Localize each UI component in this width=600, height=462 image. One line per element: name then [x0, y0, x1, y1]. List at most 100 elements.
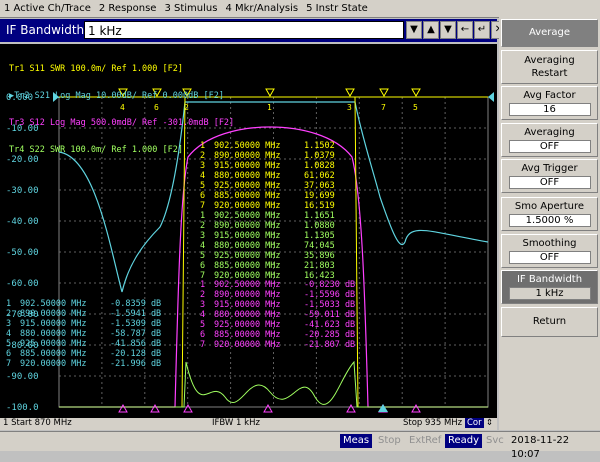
menu-response[interactable]: 2 Response: [95, 3, 161, 14]
tr1-marker-value: 61.062: [304, 171, 335, 181]
spin-up-icon[interactable]: ▲: [423, 21, 439, 39]
date-time: 2018-11-22 10:07: [511, 435, 570, 460]
tr4-marker-num: 4: [200, 241, 205, 251]
avg-factor-button[interactable]: Avg Factor 16: [501, 86, 598, 120]
marker-number-top: 1: [267, 103, 272, 112]
softkey-panel: Average Averaging Restart Avg Factor 16 A…: [499, 17, 600, 430]
tr4-marker-freq: 925.00000 MHz: [214, 251, 281, 261]
if-bandwidth-value: 1 kHz: [508, 287, 591, 300]
tr2-marker-freq: 902.50000 MHz: [20, 299, 87, 309]
marker-number-top: 7: [381, 103, 386, 112]
tr1-marker-value: 1.0828: [304, 161, 335, 171]
menu-instr-state[interactable]: 5 Instr State: [302, 3, 372, 14]
softkey-title: Average: [501, 19, 598, 47]
extref-indicator: ExtRef: [409, 435, 442, 446]
menu-bar: 1 Active Ch/Trace 2 Response 3 Stimulus …: [0, 0, 600, 18]
tr1-marker-freq: 925.00000 MHz: [214, 181, 281, 191]
svc-indicator: Svc: [486, 435, 504, 446]
trace-label-3[interactable]: Tr3 S12 Log Mag 500.0mdB/ Ref -301.0mdB …: [9, 119, 234, 128]
marker-triangle-top: [345, 88, 355, 98]
return-button[interactable]: Return: [501, 307, 598, 337]
menu-active-ch-trace[interactable]: 1 Active Ch/Trace: [0, 3, 95, 14]
trace-label-1[interactable]: Tr1 S11 SWR 100.0m/ Ref 1.000 [F2]: [9, 65, 234, 74]
tr3-marker-freq: 925.00000 MHz: [214, 320, 281, 330]
tr2-marker-value: -20.128 dB: [110, 349, 161, 359]
ready-indicator: Ready: [445, 434, 483, 448]
tr2-marker-freq: 890.00000 MHz: [20, 309, 87, 319]
tr2-marker-freq: 880.00000 MHz: [20, 329, 87, 339]
marker-triangle-top: [411, 88, 421, 98]
tr2-marker-num: 4: [6, 329, 11, 339]
instrument-status-bar: Meas Stop ExtRef Ready Svc 2018-11-22 10…: [0, 431, 600, 460]
tr2-marker-num: 2: [6, 309, 11, 319]
tr3-marker-num: 2: [200, 290, 205, 300]
tr3-marker-num: 6: [200, 330, 205, 340]
tr4-marker-value: 1.1651: [304, 211, 335, 221]
enter-icon[interactable]: ↵: [474, 21, 490, 39]
chart-window[interactable]: 0.000 -10.00 -20.00 -30.00 -40.00 -50.00 -60.0…: [0, 44, 497, 418]
tr1-marker-value: 1.1502: [304, 141, 335, 151]
marker-triangle-bottom: [411, 403, 421, 413]
tr4-marker-value: 74.045: [304, 241, 335, 251]
tr3-marker-value: -59.011 dB: [304, 310, 355, 320]
tr2-marker-num: 7: [6, 359, 11, 369]
tr1-marker-freq: 885.00000 MHz: [214, 191, 281, 201]
tr3-marker-freq: 915.00000 MHz: [214, 300, 281, 310]
tr1-marker-num: 5: [200, 181, 205, 191]
spin-down-icon[interactable]: ▼: [440, 21, 456, 39]
averaging-button[interactable]: Averaging OFF: [501, 123, 598, 157]
tr2-marker-freq: 915.00000 MHz: [20, 319, 87, 329]
channel-arrows-icon[interactable]: ⇕: [486, 418, 493, 428]
tr2-marker-value: -21.996 dB: [110, 359, 161, 369]
active-marker-triangle: [378, 404, 388, 412]
smo-aperture-button[interactable]: Smo Aperture 1.5000 %: [501, 197, 598, 231]
tr2-marker-value: -1.5941 dB: [110, 309, 161, 319]
smoothing-label: Smoothing: [522, 238, 577, 249]
tr4-marker-freq: 890.00000 MHz: [214, 221, 281, 231]
averaging-restart-button[interactable]: Averaging Restart: [501, 50, 598, 84]
tr3-marker-freq: 920.00000 MHz: [214, 340, 281, 350]
y-tick-label: -90.00: [6, 372, 39, 382]
tr3-marker-value: -1.5596 dB: [304, 290, 355, 300]
trace-labels: Tr1 S11 SWR 100.0m/ Ref 1.000 [F2] ▶Tr2 …: [9, 47, 234, 173]
avg-trigger-button[interactable]: Avg Trigger OFF: [501, 159, 598, 193]
y-tick-label: -60.00: [6, 279, 39, 289]
menu-stimulus[interactable]: 3 Stimulus: [160, 3, 221, 14]
stop-indicator: Stop: [378, 435, 401, 446]
start-frequency[interactable]: 1 Start 870 MHz: [3, 418, 72, 428]
menu-mkr-analysis[interactable]: 4 Mkr/Analysis: [221, 3, 302, 14]
entry-label: IF Bandwidth: [6, 23, 85, 37]
smo-aperture-value: 1.5000 %: [508, 214, 591, 227]
trace-label-4[interactable]: Tr4 S22 SWR 100.0m/ Ref 1.000 [F2]: [9, 146, 234, 155]
tr3-marker-freq: 880.00000 MHz: [214, 310, 281, 320]
tr3-marker-freq: 890.00000 MHz: [214, 290, 281, 300]
tr4-marker-value: 21.803: [304, 261, 335, 271]
marker-triangle-bottom: [183, 403, 193, 413]
tr4-marker-num: 5: [200, 251, 205, 261]
tr3-marker-num: 7: [200, 340, 205, 350]
y-tick-label: -100.0: [6, 403, 39, 413]
if-bandwidth-button[interactable]: IF Bandwidth 1 kHz: [501, 270, 598, 304]
tr3-marker-value: -1.5033 dB: [304, 300, 355, 310]
tr2-marker-freq: 885.00000 MHz: [20, 349, 87, 359]
tr1-marker-num: 6: [200, 191, 205, 201]
tr3-marker-freq: 885.00000 MHz: [214, 330, 281, 340]
entry-value-field[interactable]: 1 kHz: [84, 21, 404, 39]
tr4-marker-freq: 915.00000 MHz: [214, 231, 281, 241]
stop-frequency[interactable]: Stop 935 MHz: [403, 418, 462, 428]
if-bandwidth-status[interactable]: IFBW 1 kHz: [212, 418, 260, 428]
smoothing-button[interactable]: Smoothing OFF: [501, 234, 598, 268]
tr2-marker-freq: 925.00000 MHz: [20, 339, 87, 349]
avg-trigger-value: OFF: [508, 176, 591, 189]
trace-label-2[interactable]: ▶Tr2 S21 Log Mag 10.00dB/ Ref 0.000dB [F…: [9, 92, 234, 101]
y-tick-label: -50.00: [6, 248, 39, 258]
tr1-marker-value: 1.0379: [304, 151, 335, 161]
tr2-marker-freq: 920.00000 MHz: [20, 359, 87, 369]
dropdown-icon[interactable]: ▼: [406, 21, 422, 39]
marker-number-top: 3: [347, 103, 352, 112]
tr1-marker-value: 19.699: [304, 191, 335, 201]
backspace-icon[interactable]: ←: [457, 21, 473, 39]
channel-status-bar: 1 Start 870 MHz IFBW 1 kHz Stop 935 MHz …: [0, 418, 497, 430]
tr1-marker-freq: 920.00000 MHz: [214, 201, 281, 211]
marker-number-top: 5: [413, 103, 418, 112]
